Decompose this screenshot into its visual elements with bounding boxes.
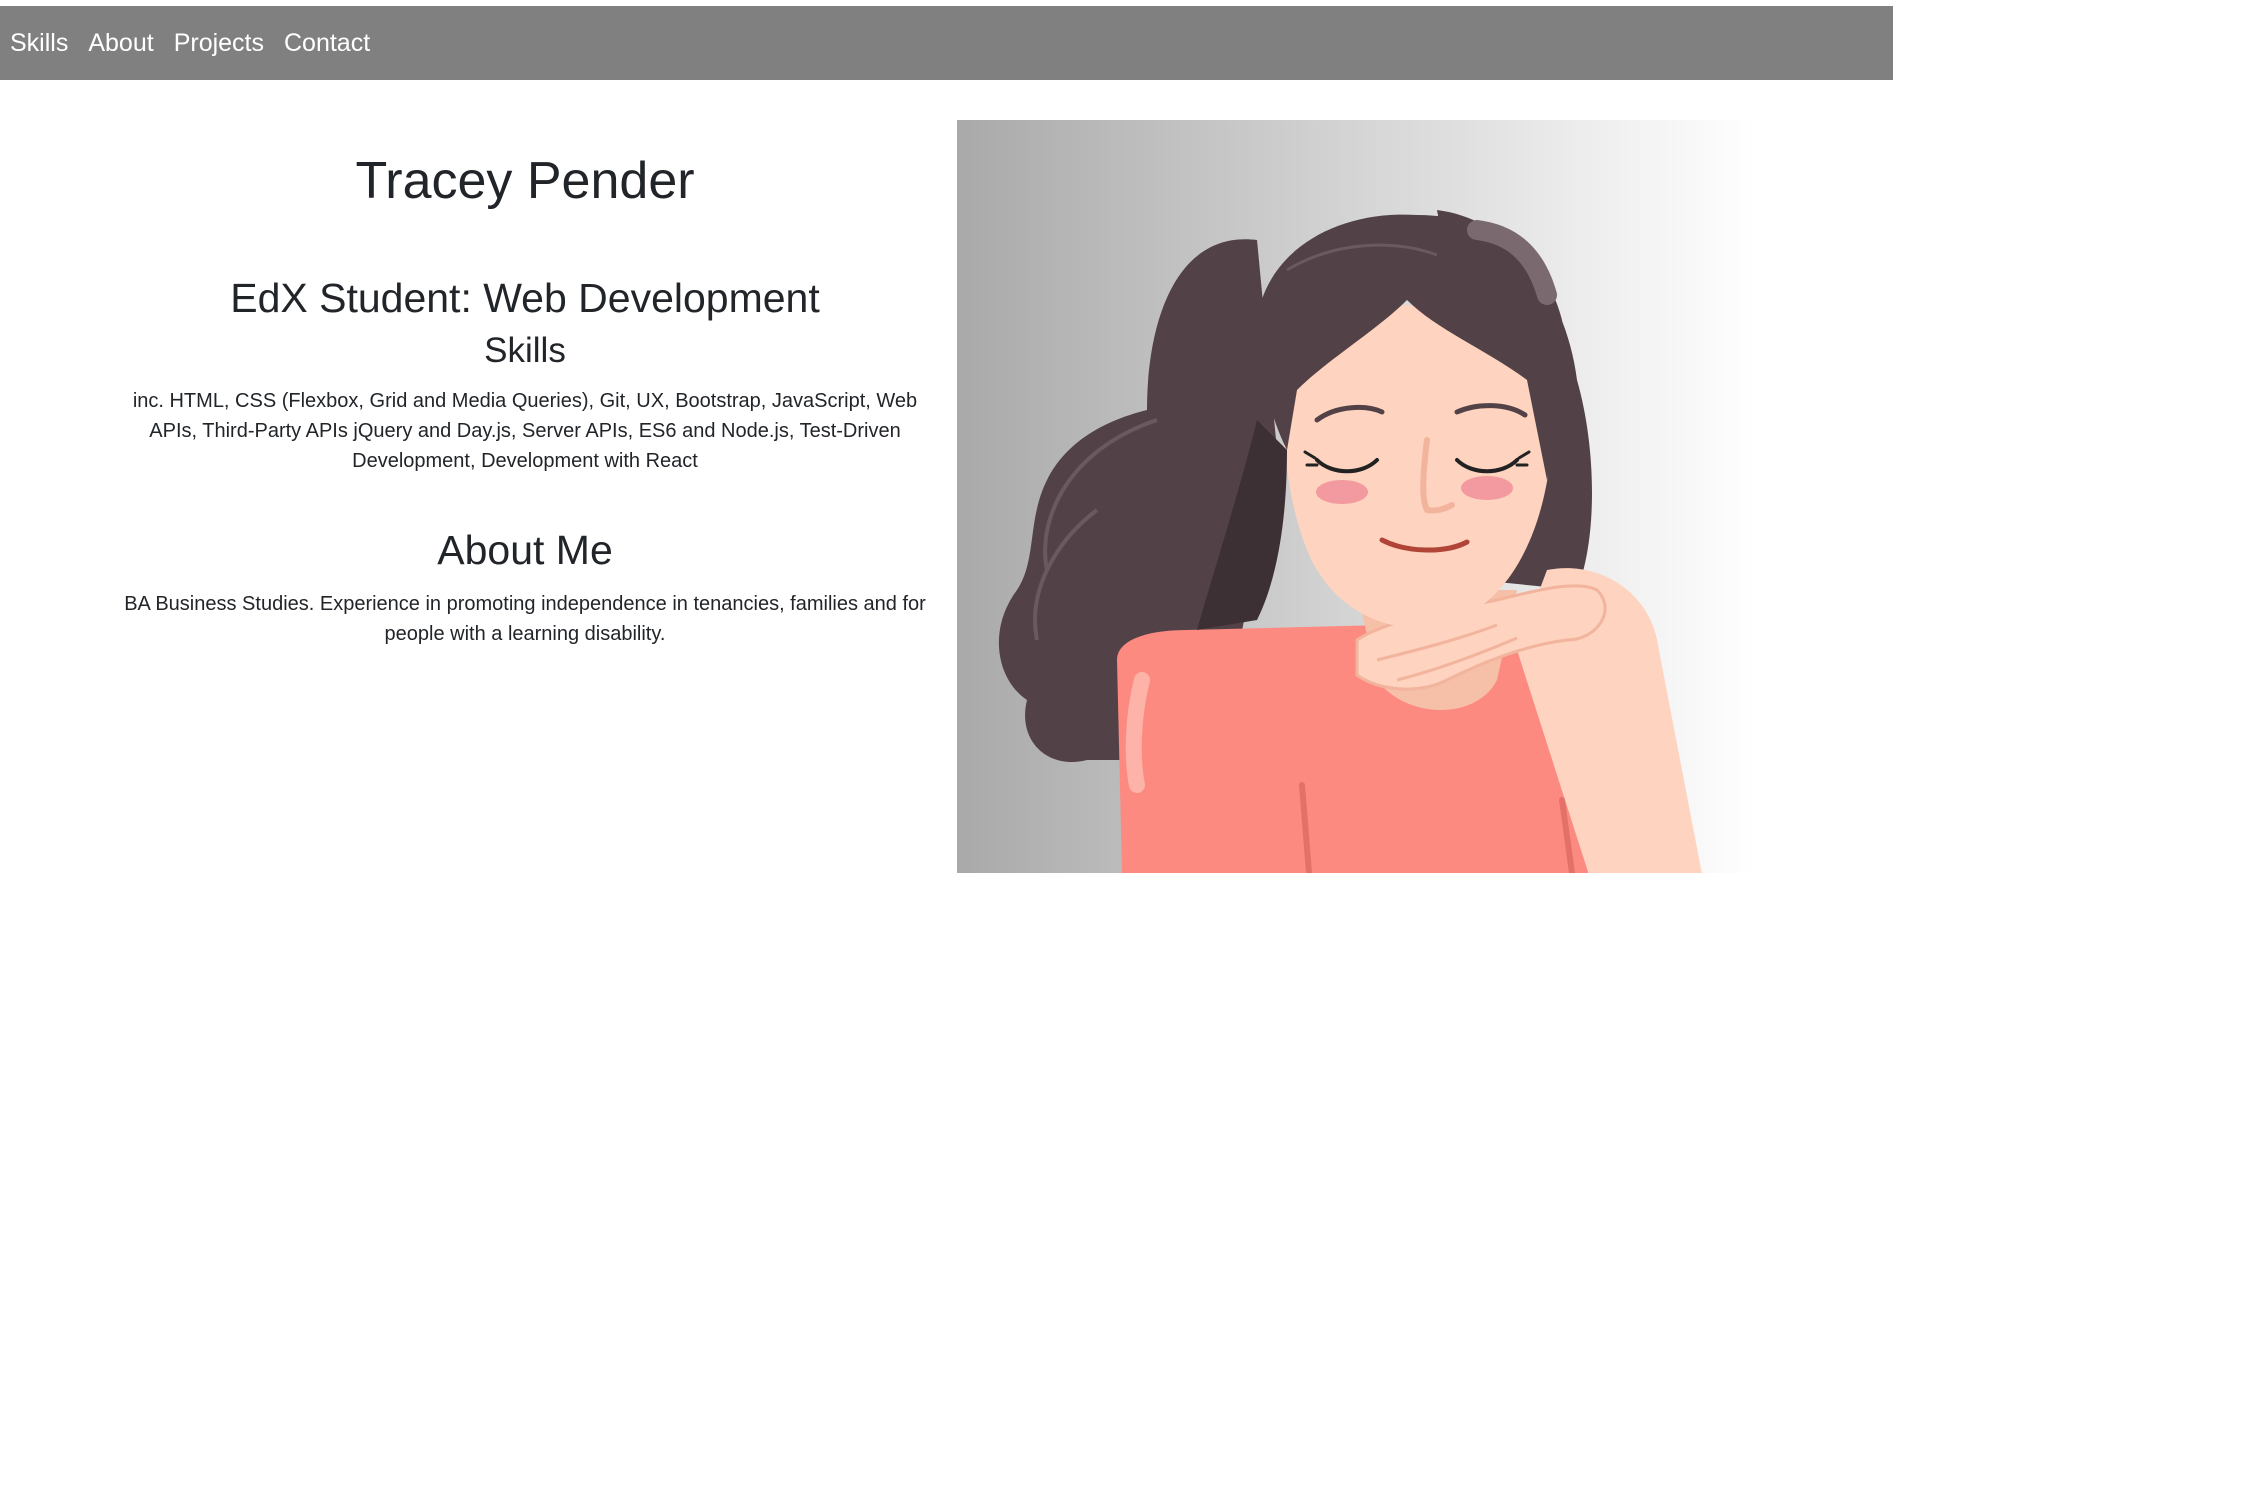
- nav-link-skills[interactable]: Skills: [10, 29, 68, 58]
- portrait-illustration: [957, 120, 1757, 873]
- skills-text: inc. HTML, CSS (Flexbox, Grid and Media …: [132, 389, 918, 472]
- role-heading: EdX Student: Web Development: [230, 275, 820, 322]
- page-title: Tracey Pender: [355, 152, 695, 210]
- nav-link-contact[interactable]: Contact: [284, 29, 370, 58]
- intro-section: Tracey Pender EdX Student: Web Developme…: [110, 120, 940, 649]
- top-navbar: Skills About Projects Contact: [0, 6, 1893, 80]
- nav-link-projects[interactable]: Projects: [174, 29, 264, 58]
- about-text: BA Business Studies. Experience in promo…: [124, 592, 926, 645]
- about-heading: About Me: [437, 526, 613, 573]
- nav-link-about[interactable]: About: [88, 29, 153, 58]
- skills-heading: Skills: [484, 330, 566, 370]
